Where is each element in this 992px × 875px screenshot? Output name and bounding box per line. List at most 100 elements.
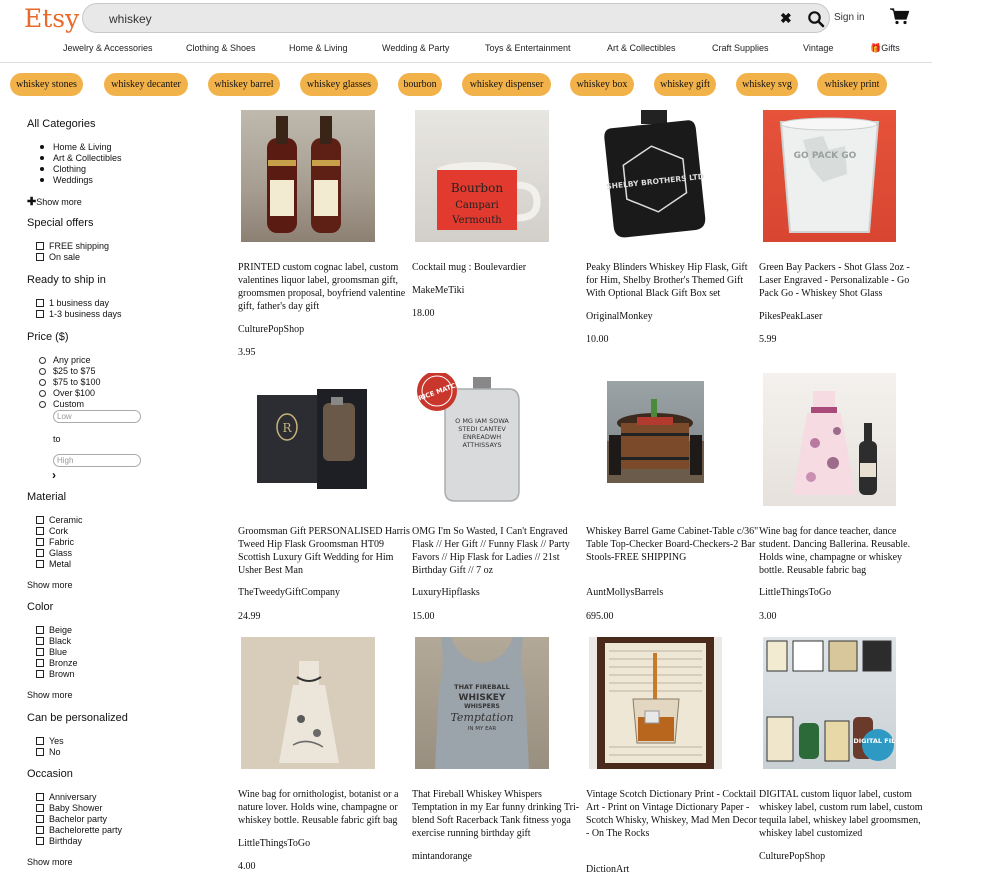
- pill-whiskey-decanter[interactable]: whiskey decanter: [104, 73, 188, 96]
- category-clothing[interactable]: Clothing: [39, 164, 86, 174]
- gift-icon: 🎁: [870, 43, 882, 53]
- nav-toys-entertainment[interactable]: Toys & Entertainment: [485, 43, 571, 53]
- search-icon[interactable]: [807, 10, 825, 28]
- checkbox-glass[interactable]: Glass: [36, 548, 72, 558]
- checkbox-anniversary[interactable]: Anniversary: [36, 792, 97, 802]
- chevron-right-icon[interactable]: ›: [52, 468, 56, 482]
- checkbox-personalized-yes[interactable]: Yes: [36, 736, 64, 746]
- price-low-input[interactable]: [53, 410, 141, 423]
- checkbox-bronze[interactable]: Bronze: [36, 658, 78, 668]
- product-image-wine-bag-ballerina[interactable]: [763, 373, 896, 506]
- product-shop[interactable]: AuntMollysBarrels: [586, 587, 663, 598]
- categories-show-more[interactable]: ✚Show more: [27, 195, 82, 208]
- checkbox-1-business-day[interactable]: 1 business day: [36, 298, 109, 308]
- checkbox-bachelorette-party[interactable]: Bachelorette party: [36, 825, 122, 835]
- pill-whiskey-svg[interactable]: whiskey svg: [736, 73, 798, 96]
- price-high-input[interactable]: [53, 454, 141, 467]
- pill-whiskey-box[interactable]: whiskey box: [570, 73, 634, 96]
- product-title[interactable]: PRINTED custom cognac label, custom vale…: [238, 261, 410, 313]
- product-title[interactable]: OMG I'm So Wasted, I Can't Engraved Flas…: [412, 525, 584, 577]
- etsy-logo[interactable]: Etsy: [24, 4, 79, 33]
- pill-bourbon[interactable]: bourbon: [398, 73, 442, 96]
- product-title[interactable]: Peaky Blinders Whiskey Hip Flask, Gift f…: [586, 261, 759, 300]
- radio-custom[interactable]: Custom: [38, 399, 84, 409]
- product-image-cocktail-mug[interactable]: Bourbon Campari Vermouth: [415, 110, 549, 242]
- product-shop[interactable]: MakeMeTiki: [412, 285, 464, 296]
- product-title[interactable]: That Fireball Whiskey Whispers Temptatio…: [412, 788, 584, 840]
- nav-craft-supplies[interactable]: Craft Supplies: [712, 43, 769, 53]
- checkbox-metal[interactable]: Metal: [36, 559, 71, 569]
- nav-art-collectibles[interactable]: Art & Collectibles: [607, 43, 676, 53]
- product-image-tank-top[interactable]: THAT FIREBALL WHISKEY WHISPERS Temptatio…: [415, 637, 549, 769]
- checkbox-cork[interactable]: Cork: [36, 526, 68, 536]
- nav-wedding-party[interactable]: Wedding & Party: [382, 43, 449, 53]
- nav-vintage[interactable]: Vintage: [803, 43, 833, 53]
- product-shop[interactable]: TheTweedyGiftCompany: [238, 587, 340, 598]
- pill-whiskey-print[interactable]: whiskey print: [817, 73, 887, 96]
- nav-jewelry-accessories[interactable]: Jewelry & Accessories: [63, 43, 153, 53]
- checkbox-1-3-business-days[interactable]: 1-3 business days: [36, 309, 122, 319]
- product-image-hip-flask[interactable]: SHELBY BROTHERS LTD: [589, 110, 723, 242]
- clear-search-icon[interactable]: ✖: [780, 10, 792, 27]
- product-shop[interactable]: DictionArt: [586, 864, 629, 875]
- checkbox-black[interactable]: Black: [36, 636, 71, 646]
- product-image-shot-glass[interactable]: GO PACK GO: [763, 110, 896, 242]
- product-title[interactable]: Wine bag for ornithologist, botanist or …: [238, 788, 410, 827]
- product-image-engraved-flask[interactable]: O MG IAM SOWA STEDI CANTEV ENREADWH ATTH…: [415, 373, 549, 505]
- pill-whiskey-dispenser[interactable]: whiskey dispenser: [462, 73, 551, 96]
- pill-whiskey-glasses[interactable]: whiskey glasses: [300, 73, 378, 96]
- color-show-more[interactable]: Show more: [27, 690, 73, 700]
- checkbox-baby-shower[interactable]: Baby Shower: [36, 803, 103, 813]
- radio-75-to-100[interactable]: $75 to $100: [39, 377, 101, 387]
- product-image-wine-bag-bird[interactable]: [241, 637, 375, 769]
- product-title[interactable]: Groomsman Gift PERSONALISED Harris Tweed…: [238, 525, 410, 577]
- product-shop[interactable]: mintandorange: [412, 851, 472, 862]
- product-image-tweed-flask[interactable]: R: [241, 373, 375, 505]
- checkbox-free-shipping[interactable]: FREE shipping: [36, 241, 109, 251]
- radio-over-100[interactable]: Over $100: [38, 388, 95, 398]
- category-weddings[interactable]: Weddings: [40, 175, 93, 185]
- checkbox-bachelor-party[interactable]: Bachelor party: [36, 814, 107, 824]
- product-shop[interactable]: PikesPeakLaser: [759, 311, 822, 322]
- product-title[interactable]: Cocktail mug : Boulevardier: [412, 261, 584, 274]
- checkbox-personalized-no[interactable]: No: [36, 747, 61, 757]
- nav-home-living[interactable]: Home & Living: [289, 43, 348, 53]
- category-home-living[interactable]: Home & Living: [40, 142, 112, 152]
- product-image-dictionary-print[interactable]: [589, 637, 722, 769]
- all-categories-heading[interactable]: All Categories: [27, 118, 95, 130]
- product-title[interactable]: DIGITAL custom liquor label, custom whis…: [759, 788, 929, 840]
- product-title[interactable]: Wine bag for dance teacher, dance studen…: [759, 525, 929, 577]
- cart-icon[interactable]: [890, 8, 909, 25]
- pill-whiskey-stones[interactable]: whiskey stones: [10, 73, 83, 96]
- sign-in-link[interactable]: Sign in: [834, 12, 865, 23]
- nav-gifts[interactable]: 🎁Gifts: [870, 43, 900, 54]
- product-shop[interactable]: LuxuryHipflasks: [412, 587, 480, 598]
- product-shop[interactable]: CulturePopShop: [238, 324, 304, 335]
- checkbox-blue[interactable]: Blue: [36, 647, 67, 657]
- product-title[interactable]: Vintage Scotch Dictionary Print - Cockta…: [586, 788, 759, 840]
- radio-25-to-75[interactable]: $25 to $75: [39, 366, 96, 376]
- product-title[interactable]: Whiskey Barrel Game Cabinet-Table c/36" …: [586, 525, 759, 564]
- pill-whiskey-barrel[interactable]: whiskey barrel: [208, 73, 280, 96]
- checkbox-beige[interactable]: Beige: [36, 625, 72, 635]
- checkbox-brown[interactable]: Brown: [36, 669, 75, 679]
- radio-any-price[interactable]: Any price: [39, 355, 91, 365]
- pill-whiskey-gift[interactable]: whiskey gift: [654, 73, 716, 96]
- nav-clothing-shoes[interactable]: Clothing & Shoes: [186, 43, 256, 53]
- product-image-digital-labels[interactable]: DIGITAL FILE!: [763, 637, 896, 769]
- category-art-collectibles[interactable]: Art & Collectibles: [40, 153, 122, 163]
- checkbox-on-sale[interactable]: On sale: [36, 252, 80, 262]
- product-title[interactable]: Green Bay Packers - Shot Glass 2oz - Las…: [759, 261, 929, 300]
- occasion-show-more[interactable]: Show more: [27, 857, 73, 867]
- checkbox-ceramic[interactable]: Ceramic: [36, 515, 83, 525]
- product-shop[interactable]: LittleThingsToGo: [238, 838, 310, 849]
- checkbox-fabric[interactable]: Fabric: [36, 537, 74, 547]
- product-shop[interactable]: LittleThingsToGo: [759, 587, 831, 598]
- search-input[interactable]: [109, 9, 709, 29]
- product-image-cognac-label[interactable]: [241, 110, 375, 242]
- material-show-more[interactable]: Show more: [27, 580, 73, 590]
- product-shop[interactable]: CulturePopShop: [759, 851, 825, 862]
- checkbox-birthday[interactable]: Birthday: [36, 836, 82, 846]
- product-shop[interactable]: OriginalMonkey: [586, 311, 653, 322]
- product-image-barrel-table[interactable]: [607, 381, 704, 483]
